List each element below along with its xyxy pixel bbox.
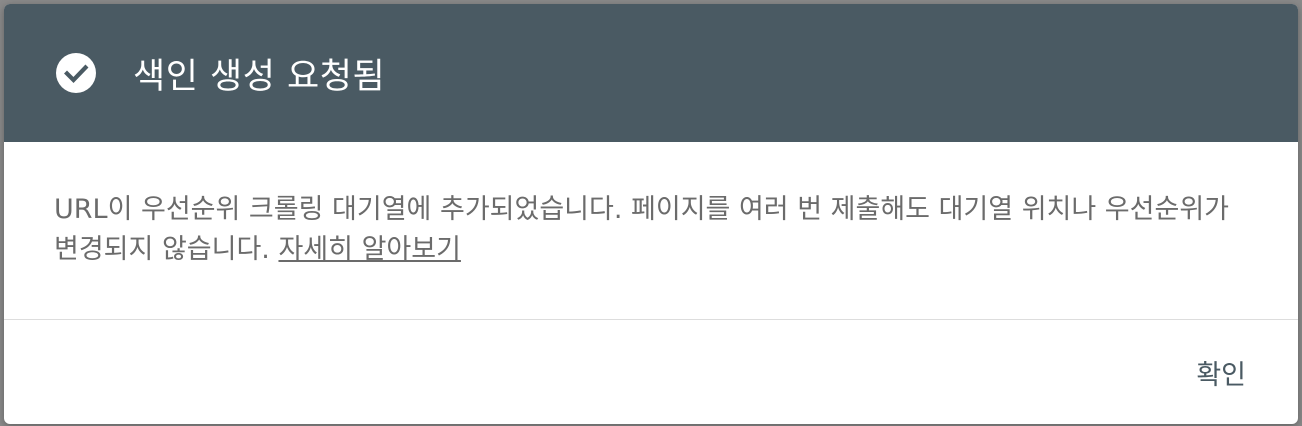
learn-more-link[interactable]: 자세히 알아보기 [278,234,460,265]
dialog-footer: 확인 [4,320,1298,424]
indexing-requested-dialog: 색인 생성 요청됨 URL이 우선순위 크롤링 대기열에 추가되었습니다. 페이… [4,4,1298,424]
check-circle-icon [56,53,96,93]
dialog-body: URL이 우선순위 크롤링 대기열에 추가되었습니다. 페이지를 여러 번 제출… [4,142,1298,320]
dialog-title: 색인 생성 요청됨 [133,56,386,97]
dialog-header: 색인 생성 요청됨 [4,4,1298,142]
confirm-button[interactable]: 확인 [1196,347,1246,398]
dialog-message: URL이 우선순위 크롤링 대기열에 추가되었습니다. 페이지를 여러 번 제출… [54,194,1229,265]
